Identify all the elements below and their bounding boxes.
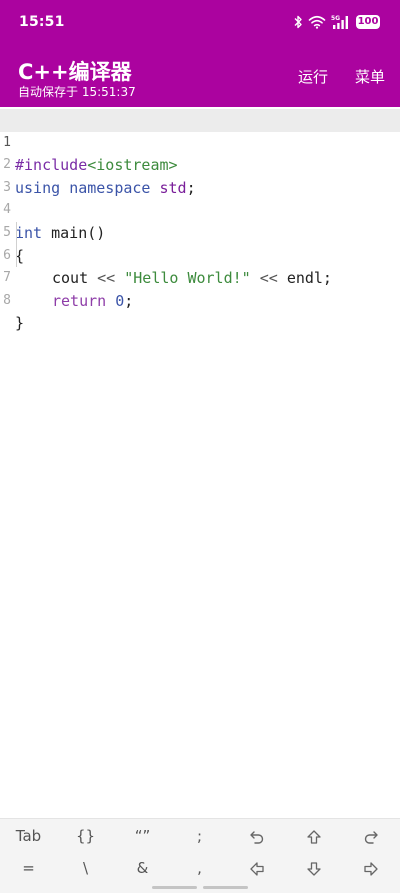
arrow-left-key[interactable] xyxy=(228,854,285,882)
semicolon-key[interactable]: ; xyxy=(171,822,228,850)
menu-button[interactable]: 菜单 xyxy=(355,66,385,87)
shift-up-icon xyxy=(306,829,321,844)
redo-key[interactable] xyxy=(342,822,399,850)
keyword: return xyxy=(52,291,107,310)
braces-key[interactable]: {} xyxy=(57,822,114,850)
screen: 15:51 5G 100 C++编译器 自动保存于 15:51:37 运行 菜单… xyxy=(0,0,400,893)
symbol-toolbar: Tab {} “” ; = \ & , xyxy=(0,818,400,893)
arrow-down-key[interactable] xyxy=(285,854,342,882)
run-button[interactable]: 运行 xyxy=(298,66,328,87)
punctuation: ; xyxy=(124,291,134,310)
code-line[interactable]: 3 xyxy=(0,154,400,195)
status-icons: 5G 100 xyxy=(293,13,380,31)
line-number: 8 xyxy=(3,292,11,308)
undo-key[interactable] xyxy=(228,822,285,850)
app-title: C++编译器 xyxy=(18,60,132,84)
shift-up-key[interactable] xyxy=(285,822,342,850)
code-line[interactable]: 4 int main() xyxy=(0,177,400,242)
arrow-right-icon xyxy=(363,861,378,876)
quotes-key[interactable]: “” xyxy=(114,822,171,850)
code-line[interactable]: 5 { xyxy=(0,199,400,265)
app-header: 15:51 5G 100 C++编译器 自动保存于 15:51:37 运行 菜单 xyxy=(0,0,400,107)
ampersand-key[interactable]: & xyxy=(114,854,171,882)
signal-5g-icon: 5G xyxy=(331,15,348,29)
autosave-status: 自动保存于 15:51:37 xyxy=(18,85,136,99)
arrow-right-key[interactable] xyxy=(342,854,399,882)
code-editor[interactable]: 1 #include<iostream> 2 using namespace s… xyxy=(0,107,400,818)
code-line[interactable]: 1 #include<iostream> xyxy=(0,109,400,174)
code-text: } xyxy=(15,314,25,333)
redo-icon xyxy=(364,830,378,844)
indent-guide xyxy=(16,222,17,267)
tab-key[interactable]: Tab xyxy=(0,822,57,850)
home-indicator-secondary xyxy=(203,886,248,889)
code-text: return 0; xyxy=(52,290,133,313)
number-literal: 0 xyxy=(115,291,125,310)
backslash-key[interactable]: \ xyxy=(57,854,114,882)
undo-icon xyxy=(249,830,263,844)
home-indicator xyxy=(152,886,197,889)
arrow-left-icon xyxy=(249,861,264,876)
code-line[interactable]: 6 cout << "Hello World!" << endl; xyxy=(0,222,400,288)
code-line[interactable]: 2 using namespace std; xyxy=(0,132,400,197)
battery-indicator: 100 xyxy=(356,15,380,29)
status-time: 15:51 xyxy=(19,14,65,30)
network-label: 5G xyxy=(331,15,340,22)
code-line[interactable]: 7 return 0; xyxy=(0,245,400,310)
arrow-down-icon xyxy=(306,861,321,876)
equals-key[interactable]: = xyxy=(0,854,57,882)
status-bar: 15:51 5G 100 xyxy=(0,0,400,44)
bluetooth-icon xyxy=(294,15,302,29)
wifi-icon xyxy=(308,15,326,29)
code-line[interactable]: 8 } xyxy=(0,267,400,333)
comma-key[interactable]: , xyxy=(171,854,228,882)
